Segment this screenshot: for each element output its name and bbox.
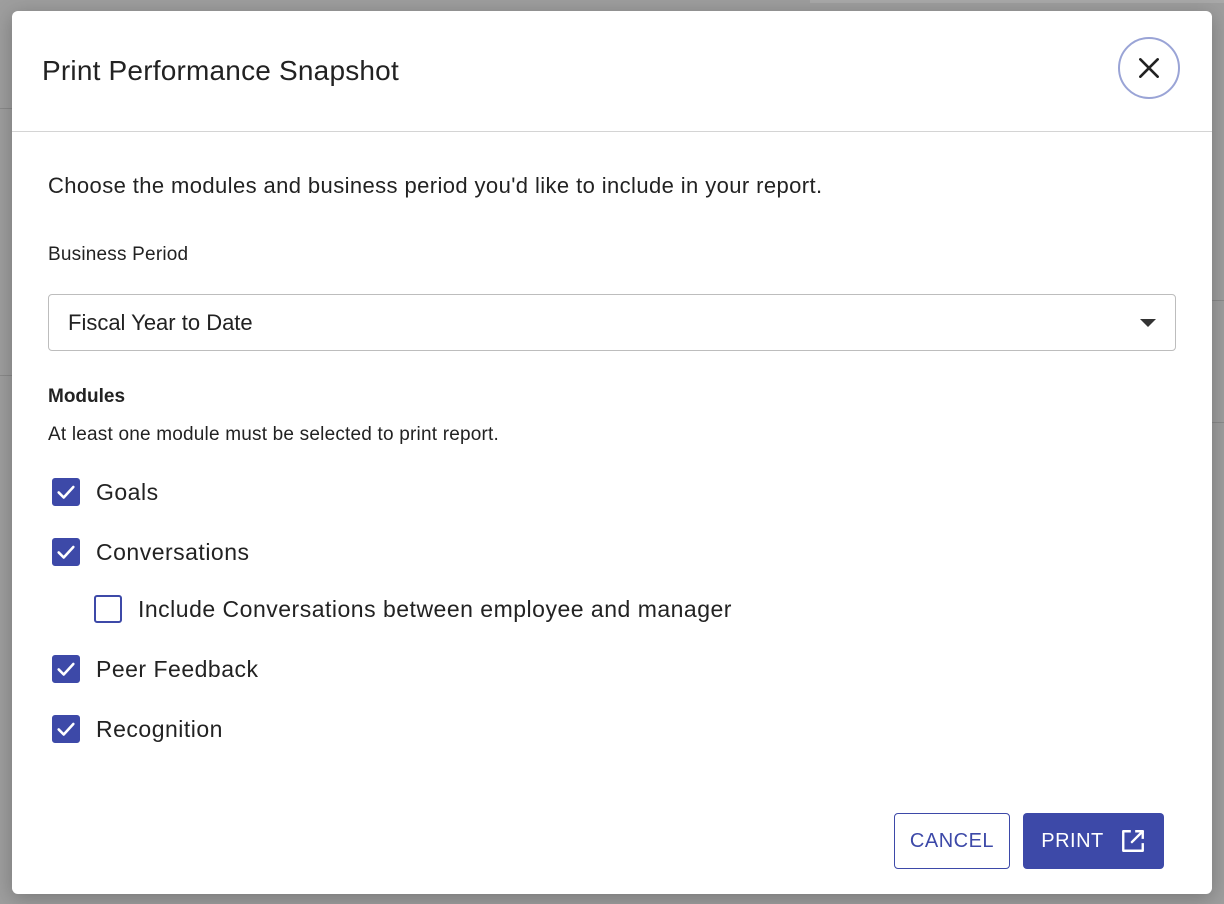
- background-divider: [1212, 300, 1224, 301]
- checkbox-label: Peer Feedback: [96, 655, 259, 682]
- business-period-value: Fiscal Year to Date: [68, 310, 253, 335]
- business-period-select[interactable]: Fiscal Year to Date: [48, 294, 1176, 351]
- checkbox-label: Recognition: [96, 715, 223, 742]
- module-checkbox-goals[interactable]: Goals: [52, 478, 159, 506]
- business-period-label: Business Period: [48, 244, 189, 265]
- modules-title: Modules: [48, 386, 126, 407]
- dialog-header: Print Performance Snapshot: [12, 11, 1212, 132]
- background-divider: [0, 108, 12, 109]
- modules-help: At least one module must be selected to …: [48, 424, 500, 445]
- dialog-intro: Choose the modules and business period y…: [48, 173, 823, 198]
- print-button[interactable]: PRINT: [1023, 813, 1164, 869]
- caret-down-icon: [1140, 319, 1156, 327]
- checkbox[interactable]: [52, 538, 80, 566]
- checkbox[interactable]: [52, 655, 80, 683]
- checkbox[interactable]: [52, 715, 80, 743]
- background-divider: [0, 375, 12, 376]
- dialog-title: Print Performance Snapshot: [42, 55, 399, 86]
- background-card: [810, 0, 1224, 3]
- check-icon: [57, 545, 75, 559]
- cancel-button[interactable]: CANCEL: [894, 813, 1010, 869]
- module-checkbox-conversations[interactable]: Conversations: [52, 538, 250, 566]
- check-icon: [57, 485, 75, 499]
- open-in-new-icon: [1120, 828, 1146, 854]
- checkbox[interactable]: [52, 478, 80, 506]
- module-checkbox-recognition[interactable]: Recognition: [52, 715, 223, 743]
- background-divider: [1212, 422, 1224, 423]
- check-icon: [57, 722, 75, 736]
- print-snapshot-dialog: Print Performance Snapshot Choose the mo…: [12, 11, 1212, 894]
- module-checkbox-include-manager-conversations[interactable]: Include Conversations between employee a…: [94, 595, 732, 623]
- checkbox-label: Include Conversations between employee a…: [138, 595, 732, 622]
- cancel-button-label: CANCEL: [909, 829, 995, 852]
- close-button[interactable]: [1118, 37, 1180, 99]
- close-icon: [1139, 58, 1159, 78]
- print-button-label: PRINT: [1041, 829, 1104, 852]
- check-icon: [57, 662, 75, 676]
- checkbox[interactable]: [94, 595, 122, 623]
- checkbox-label: Conversations: [96, 538, 250, 565]
- checkbox-label: Goals: [96, 478, 159, 505]
- module-checkbox-peer-feedback[interactable]: Peer Feedback: [52, 655, 258, 683]
